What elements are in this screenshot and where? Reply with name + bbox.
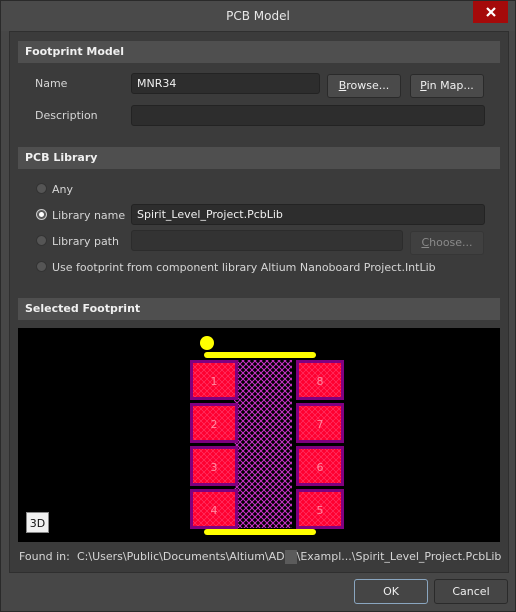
pad-3-label: 3 <box>211 461 218 474</box>
pin-map-label: in Map... <box>426 79 474 92</box>
selected-footprint-title: Selected Footprint <box>25 302 141 315</box>
choose-button[interactable]: Choose... <box>410 231 484 255</box>
redacted-segment <box>284 550 297 564</box>
close-icon <box>485 7 496 17</box>
cancel-button[interactable]: Cancel <box>434 579 508 604</box>
found-in-path: C:\Users\Public\Documents\Altium\AD \Exam… <box>77 550 501 564</box>
radio-component-library-label: Use footprint from component library Alt… <box>52 261 436 274</box>
component-body <box>234 360 292 528</box>
pcb-library-header: PCB Library <box>18 147 500 169</box>
pad-4-label: 4 <box>211 504 218 517</box>
dialog-title: PCB Model <box>226 9 290 23</box>
radio-any-label: Any <box>52 183 74 196</box>
pin1-marker <box>200 336 214 350</box>
radio-any[interactable] <box>36 183 47 194</box>
browse-label: rowse... <box>346 79 390 92</box>
footprint-drawing: 1 2 3 4 8 7 6 5 <box>190 336 344 535</box>
choose-label: hoose... <box>429 236 473 249</box>
choose-accel: C <box>421 236 430 249</box>
pad-6-label: 6 <box>317 461 324 474</box>
library-name-input[interactable]: Spirit_Level_Project.PcbLib <box>131 204 485 225</box>
name-label: Name <box>35 77 68 90</box>
footprint-model-title: Footprint Model <box>25 45 125 58</box>
pcb-library-title: PCB Library <box>25 151 98 164</box>
silkscreen-bottom <box>204 529 316 535</box>
silkscreen-top <box>204 352 316 358</box>
radio-library-path[interactable] <box>36 235 47 246</box>
radio-library-path-label: Library path <box>52 235 119 248</box>
3d-view-button[interactable]: 3D <box>26 512 49 533</box>
description-input[interactable] <box>131 105 485 126</box>
pad-5-label: 5 <box>317 504 324 517</box>
pin-map-button[interactable]: Pin Map... <box>410 74 484 98</box>
browse-button[interactable]: Browse... <box>327 74 401 98</box>
selected-footprint-header: Selected Footprint <box>18 298 500 320</box>
library-path-input[interactable] <box>131 230 403 251</box>
found-in-path-start: C:\Users\Public\Documents\Altium\AD <box>77 550 285 563</box>
footprint-viewer[interactable]: 1 2 3 4 8 7 6 5 3D <box>18 328 500 542</box>
found-in-path-end: \Exampl...\Spirit_Level_Project.PcbLib <box>296 550 502 563</box>
radio-library-name-label: Library name <box>52 209 126 222</box>
pad-1-label: 1 <box>211 375 218 388</box>
description-label: Description <box>35 109 98 122</box>
radio-library-name[interactable] <box>36 209 47 220</box>
pad-2-label: 2 <box>211 418 218 431</box>
title-bar: PCB Model <box>1 1 515 31</box>
ok-button[interactable]: OK <box>354 579 428 604</box>
footprint-model-header: Footprint Model <box>18 41 500 63</box>
pad-7-label: 7 <box>317 418 324 431</box>
dialog-content: Footprint Model Name MNR34 Browse... Pin… <box>9 31 509 573</box>
radio-component-library[interactable] <box>36 261 47 272</box>
pcb-model-dialog: PCB Model Footprint Model Name MNR34 Bro… <box>0 0 516 612</box>
name-input[interactable]: MNR34 <box>131 73 320 94</box>
found-in-label: Found in: <box>19 550 70 563</box>
close-button[interactable] <box>473 1 508 23</box>
pad-8-label: 8 <box>317 375 324 388</box>
